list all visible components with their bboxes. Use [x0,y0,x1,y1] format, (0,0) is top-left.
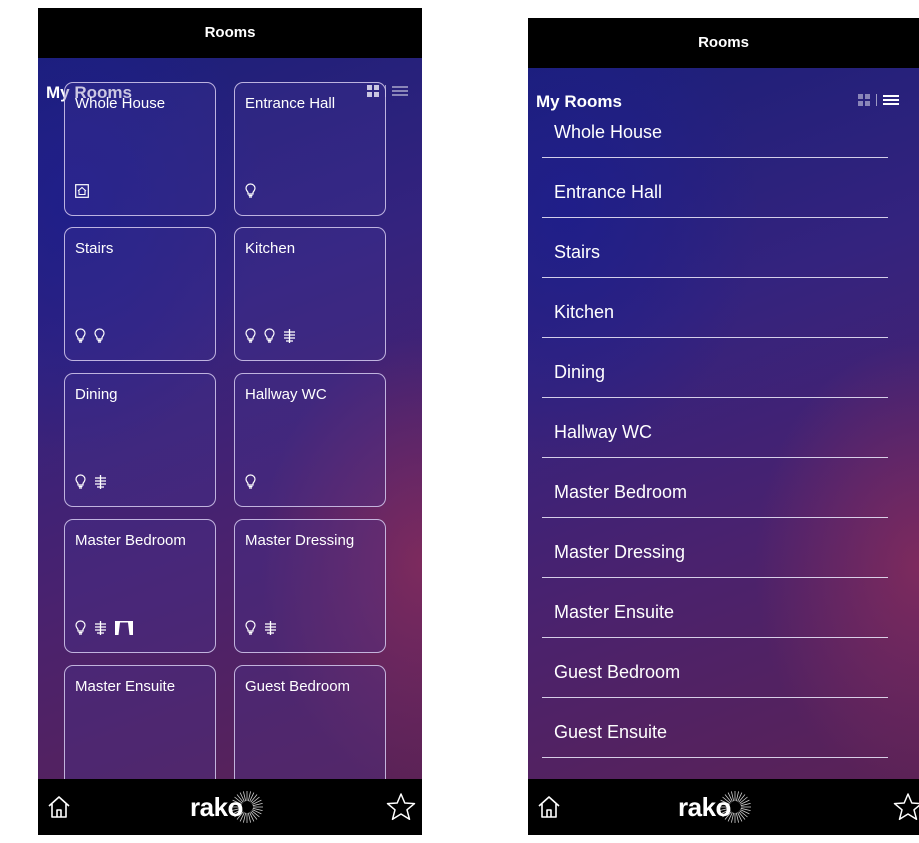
room-device-icons [75,474,107,494]
blind-icon [94,620,107,640]
room-list-item[interactable]: Kitchen [542,278,888,338]
bulb-icon [245,328,256,348]
bulb-icon [75,328,86,348]
room-list-item-label: Whole House [554,122,663,142]
room-list-item[interactable]: Entrance Hall [542,158,888,218]
room-list-item-label: Guest Bedroom [554,662,681,682]
room-list-item-label: Master Ensuite [554,602,675,622]
room-list-item-label: Master Dressing [554,542,686,562]
blind-icon [264,620,277,640]
room-list-item-label: Hallway WC [554,422,653,442]
room-tile[interactable]: Entrance Hall [234,82,386,216]
room-tile-name: Master Dressing [245,532,355,549]
room-tile-name: Guest Bedroom [245,678,351,695]
room-list-item[interactable]: Whole House [542,98,888,158]
rako-logo: rako [190,789,265,825]
grid-view-screen: Rooms My Rooms Whole House Entrance Hall S… [38,8,422,835]
room-device-icons [75,328,105,348]
room-tile-name: Entrance Hall [245,95,336,112]
room-list-item-label: Entrance Hall [554,182,663,202]
room-tile[interactable]: Hallway WC [234,373,386,507]
bulb-icon [75,474,86,494]
room-tile[interactable]: Stairs [64,227,216,361]
rako-logo: rako [678,789,753,825]
room-list-item[interactable]: Stairs [542,218,888,278]
bulb-icon [245,620,256,640]
room-list-item[interactable]: Guest Bedroom [542,638,888,698]
bulb-icon [245,183,256,203]
room-tile[interactable]: Guest Bedroom [234,665,386,779]
home-icon[interactable] [46,794,72,820]
room-device-icons [245,183,256,203]
room-tile[interactable]: Master Ensuite [64,665,216,779]
room-list-item-label: Kitchen [554,302,615,322]
room-list-item-label: Master Bedroom [554,482,688,502]
room-list-item[interactable]: Master Bedroom [542,458,888,518]
room-tile[interactable]: Whole House [64,82,216,216]
room-device-icons [245,328,296,348]
room-list-item[interactable]: Hallway WC [542,398,888,458]
rooms-content: My Rooms Whole House Entrance Hall Stairs K… [38,58,422,779]
room-tile[interactable]: Kitchen [234,227,386,361]
room-tile[interactable]: Master Dressing [234,519,386,653]
star-icon[interactable] [386,792,416,822]
home-icon[interactable] [536,794,562,820]
room-device-icons [75,184,89,203]
bulb-icon [75,620,86,640]
room-list-item-label: Dining [554,362,606,382]
blind-icon [283,328,296,348]
bottom-bar: rako [38,779,422,835]
room-tile[interactable]: Dining [64,373,216,507]
room-tile-name: Whole House [75,95,166,112]
room-device-icons [245,474,256,494]
room-list-item-label: Guest Ensuite [554,722,668,742]
star-icon[interactable] [893,792,919,822]
bulb-icon [94,328,105,348]
rooms-content: My Rooms Whole House Entrance Hall Stairs K… [528,68,919,779]
room-device-icons [75,620,133,640]
room-tile-name: Hallway WC [245,386,327,403]
bulb-icon [264,328,275,348]
room-list-item[interactable]: Master Ensuite [542,578,888,638]
room-tile-name: Master Bedroom [75,532,186,549]
top-bar-title: Rooms [528,18,919,68]
bulb-icon [245,474,256,494]
room-device-icons [245,620,277,640]
house-icon [75,184,89,203]
room-tile-name: Kitchen [245,240,296,257]
room-list-item[interactable]: Master Dressing [542,518,888,578]
room-tile-name: Dining [75,386,118,403]
list-view-screen: Rooms My Rooms Whole House Entrance Hall S… [528,18,919,835]
bottom-bar: rako [528,779,919,835]
room-tile[interactable]: Master Bedroom [64,519,216,653]
room-list-item[interactable]: Dining [542,338,888,398]
room-list-item-label: Stairs [554,242,601,262]
room-tile-name: Stairs [75,240,114,257]
curtain-icon [115,620,133,640]
room-list-item[interactable]: Guest Ensuite [542,698,888,758]
top-bar-title: Rooms [38,8,422,58]
blind-icon [94,474,107,494]
room-tile-name: Master Ensuite [75,678,176,695]
list-view-icon[interactable] [392,86,408,96]
